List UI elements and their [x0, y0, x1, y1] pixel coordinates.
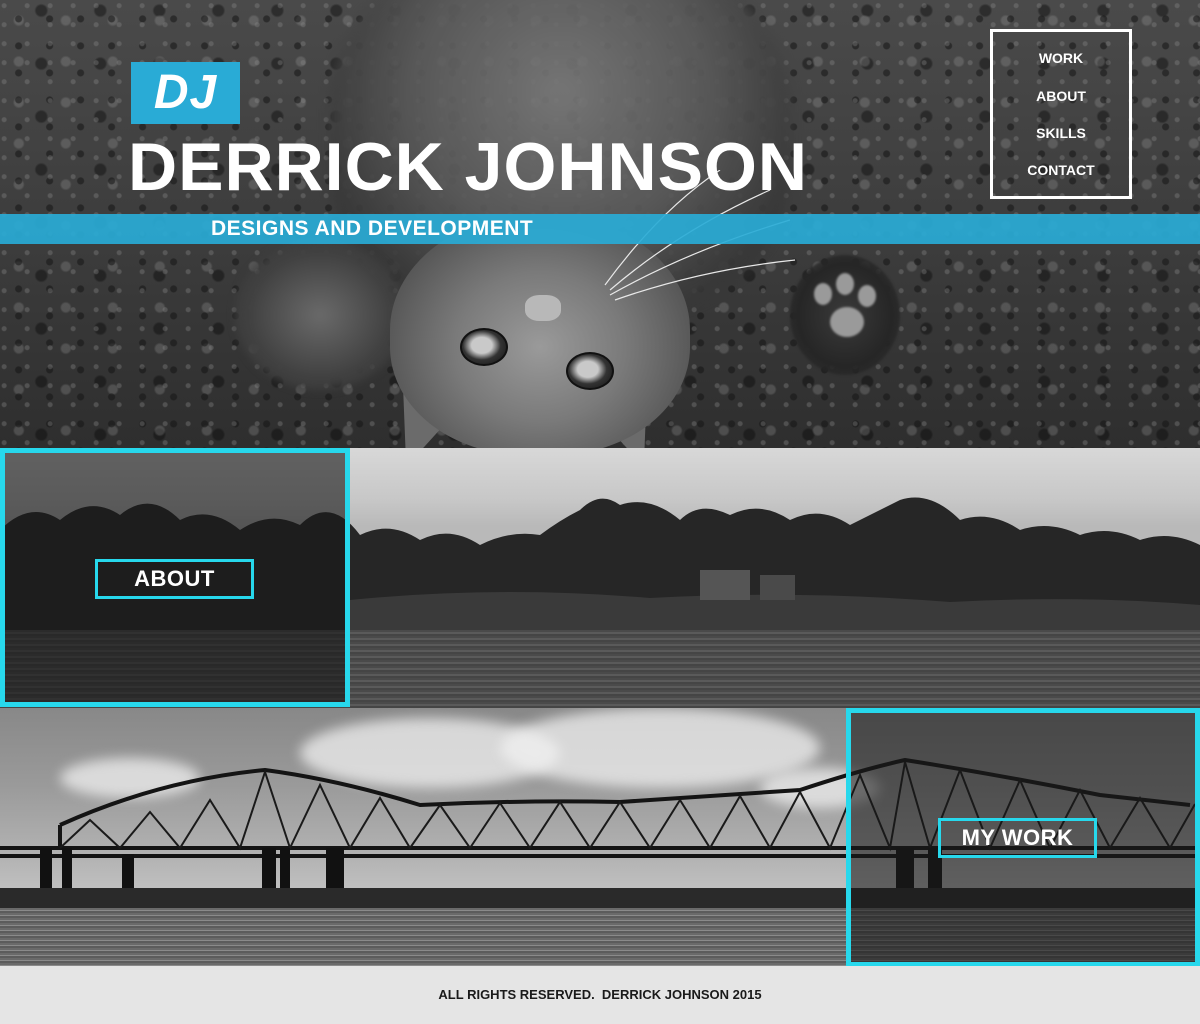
tagline-bar: DESIGNS AND DEVELOPMENT: [0, 214, 1200, 244]
my-work-button[interactable]: MY WORK: [938, 818, 1097, 858]
about-button[interactable]: ABOUT: [95, 559, 254, 599]
tagline: DESIGNS AND DEVELOPMENT: [211, 217, 534, 240]
hero-banner: DJ DERRICK JOHNSON DESIGNS AND DEVELOPME…: [0, 0, 1200, 448]
cat-nose: [525, 295, 561, 321]
nav-item-about[interactable]: ABOUT: [993, 88, 1129, 104]
cat-eye-left: [460, 328, 508, 366]
footer: ALL RIGHTS RESERVED. DERRICK JOHNSON 201…: [0, 966, 1200, 1020]
nav-item-contact[interactable]: CONTACT: [993, 162, 1129, 178]
cat-paw-left: [235, 240, 405, 390]
logo[interactable]: DJ: [131, 62, 240, 124]
footer-copyright: ALL RIGHTS RESERVED. DERRICK JOHNSON 201…: [438, 987, 762, 1002]
main-nav: WORK ABOUT SKILLS CONTACT: [990, 29, 1132, 199]
site-title: DERRICK JOHNSON: [128, 129, 808, 205]
cat-paw-right: [790, 255, 900, 375]
nav-item-skills[interactable]: SKILLS: [993, 125, 1129, 141]
cat-eye-right: [566, 352, 614, 390]
nav-item-work[interactable]: WORK: [993, 50, 1129, 66]
